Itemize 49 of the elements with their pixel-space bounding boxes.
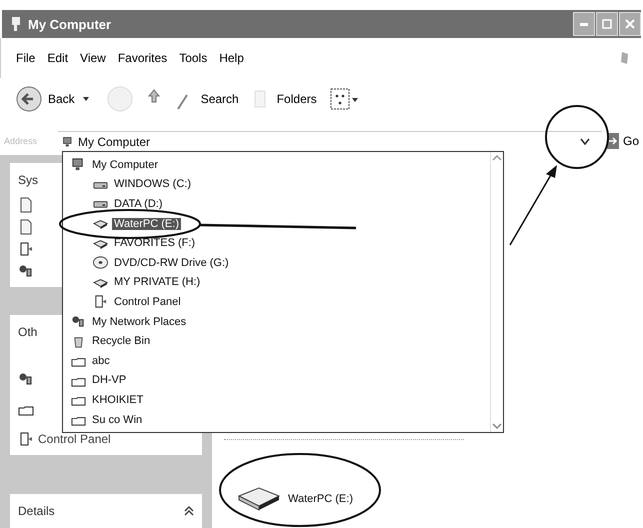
window-title: My Computer: [28, 16, 112, 32]
menu-item[interactable]: Favorites: [112, 49, 172, 67]
dropdown-item[interactable]: Recycle Bin: [63, 331, 490, 351]
caret-icon[interactable]: [82, 96, 89, 102]
network-icon: [18, 263, 34, 279]
dropdown-item[interactable]: KHOIKIET: [63, 390, 490, 410]
document-icon: [18, 219, 34, 235]
control-panel-icon: [18, 241, 34, 257]
dropdown-item[interactable]: DATA (D:): [63, 194, 490, 214]
menu-item[interactable]: View: [75, 49, 111, 67]
minimize-icon: [580, 22, 588, 26]
dropdown-item[interactable]: My Computer: [63, 155, 490, 175]
menu-item[interactable]: Help: [214, 49, 249, 67]
drive-label[interactable]: WaterPC (E:): [288, 493, 353, 505]
minimize-button[interactable]: [573, 12, 595, 36]
dropdown-item[interactable]: My Network Places: [63, 312, 490, 332]
dropdown-item[interactable]: DH-VP: [63, 370, 490, 390]
menu-item[interactable]: Edit: [42, 49, 74, 67]
dropdown-item[interactable]: abc: [63, 350, 490, 371]
dropdown-item[interactable]: WINDOWS (C:): [63, 174, 490, 194]
chevron-down-icon[interactable]: [580, 138, 590, 146]
menu-item[interactable]: Tools: [174, 49, 212, 67]
dropdown-item[interactable]: Control Panel: [63, 292, 490, 312]
control-panel-icon: [18, 431, 34, 447]
back-button[interactable]: Back: [12, 84, 79, 114]
cd-drive-icon: [93, 255, 108, 270]
maximize-icon: [602, 19, 612, 29]
menu-item[interactable]: File: [11, 49, 40, 67]
dropdown-item[interactable]: WaterPC (E:): [63, 214, 490, 234]
dropdown-item[interactable]: MY PRIVATE (H:): [63, 272, 490, 292]
maximize-button[interactable]: [596, 12, 618, 36]
close-button[interactable]: [619, 12, 641, 36]
annotation-ellipse: [545, 105, 609, 169]
network-icon: [18, 371, 34, 387]
dropdown-item[interactable]: DVD/CD-RW Drive (G:): [63, 252, 490, 273]
search-button[interactable]: Search: [170, 85, 243, 113]
chevron-up-icon[interactable]: [184, 505, 194, 517]
grid-icon: [328, 87, 359, 111]
dropdown-item[interactable]: FAVORITES (F:): [63, 233, 490, 253]
document-icon: [18, 197, 34, 213]
removable-drive-icon: [238, 487, 280, 511]
dropdown-item[interactable]: Su co Win: [63, 410, 490, 430]
go-button[interactable]: Go: [606, 132, 643, 150]
sidebar-link[interactable]: Control Panel: [38, 432, 111, 446]
address-label: Address: [4, 136, 38, 146]
close-icon: [625, 19, 635, 29]
control-panel-icon: [93, 294, 108, 310]
folders-button[interactable]: Folders: [246, 85, 321, 113]
network-icon: [71, 314, 86, 330]
